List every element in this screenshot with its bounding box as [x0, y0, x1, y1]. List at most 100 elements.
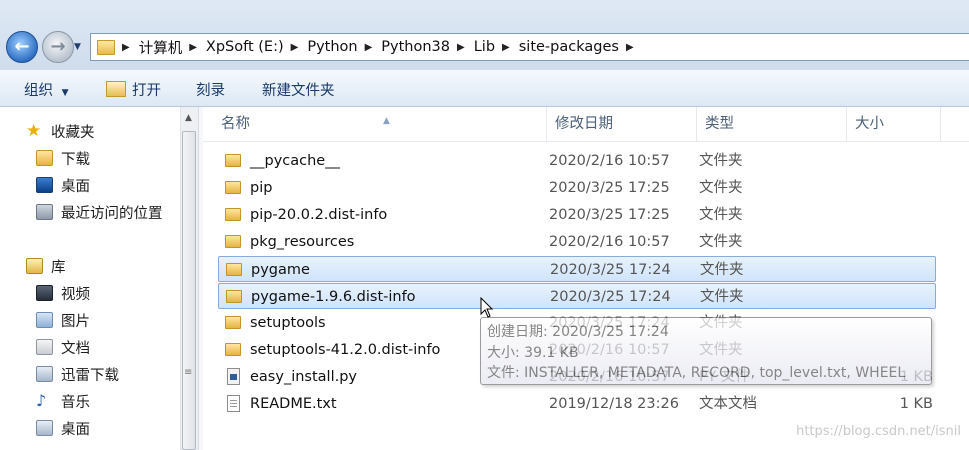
- file-modified-date: 2020/3/25 17:24: [550, 262, 671, 278]
- file-name: pkg_resources: [250, 234, 355, 250]
- watermark: https://blog.csdn.net/isnil: [796, 424, 961, 439]
- nav-downloads[interactable]: 下载: [36, 148, 90, 168]
- star-icon: ★: [26, 121, 42, 141]
- chevron-right-icon[interactable]: ▶: [291, 42, 299, 53]
- text-file-icon: [227, 395, 240, 412]
- nav-scrollbar[interactable]: ▲ ≡: [180, 107, 198, 450]
- history-dropdown-icon[interactable]: ▼: [74, 42, 81, 52]
- back-button[interactable]: ←: [6, 31, 38, 63]
- burn-button[interactable]: 刻录: [196, 79, 225, 100]
- nav-documents[interactable]: 文档: [36, 337, 90, 357]
- file-name: pygame-1.9.6.dist-info: [251, 289, 416, 305]
- chevron-right-icon[interactable]: ▶: [502, 42, 510, 53]
- chevron-right-icon[interactable]: ▶: [189, 42, 197, 53]
- forward-button[interactable]: →: [42, 31, 74, 63]
- file-row[interactable]: README.txt 2019/12/18 23:26 文本文档 1 KB: [218, 391, 936, 417]
- file-size: [899, 229, 933, 255]
- file-row[interactable]: __pycache__ 2020/2/16 10:57 文件夹: [218, 148, 936, 174]
- breadcrumb-lib[interactable]: Lib: [474, 39, 495, 55]
- chevron-right-icon[interactable]: ▶: [626, 42, 634, 53]
- file-name: __pycache__: [250, 153, 340, 169]
- python-file-icon: [227, 368, 240, 385]
- chevron-right-icon[interactable]: ▶: [122, 42, 130, 53]
- file-row[interactable]: pip 2020/3/25 17:25 文件夹: [218, 175, 936, 201]
- chevron-right-icon[interactable]: ▶: [457, 42, 465, 53]
- command-bar: 组织 ▼ 打开 刻录 新建文件夹: [0, 70, 969, 107]
- open-button[interactable]: 打开: [106, 79, 161, 100]
- file-row[interactable]: pkg_resources 2020/2/16 10:57 文件夹: [218, 229, 936, 255]
- file-type: 文件夹: [700, 289, 744, 305]
- nav-music[interactable]: ♪ 音乐: [36, 391, 90, 411]
- breadcrumb-python38[interactable]: Python38: [381, 39, 450, 55]
- nav-recent-places[interactable]: 最近访问的位置: [36, 202, 163, 222]
- file-name: README.txt: [250, 396, 337, 412]
- scroll-up-icon[interactable]: ▲: [185, 113, 192, 123]
- file-type: 文件夹: [699, 234, 743, 250]
- navigation-pane: ★ 收藏夹 下载 桌面 最近访问的位置 库 视频 图片 文档 迅雷下载 ♪ 音乐…: [0, 107, 180, 450]
- sort-ascending-icon: ▲: [383, 116, 390, 126]
- breadcrumb-drive[interactable]: XpSoft (E:): [206, 39, 284, 55]
- file-name: setuptools: [250, 315, 326, 331]
- file-type: 文本文档: [699, 396, 757, 412]
- file-name: setuptools-41.2.0.dist-info: [250, 342, 441, 358]
- folder-icon: [226, 290, 242, 303]
- recent-places-icon: [36, 204, 53, 220]
- file-size: [900, 257, 934, 283]
- documents-icon: [36, 339, 53, 355]
- chevron-right-icon[interactable]: ▶: [365, 42, 373, 53]
- file-name: pygame: [251, 262, 310, 278]
- folder-icon: [225, 154, 241, 167]
- tooltip-created: 创建日期: 2020/3/25 17:24: [487, 324, 669, 340]
- nav-xunlei-downloads[interactable]: 迅雷下载: [36, 364, 119, 384]
- library-icon: [26, 258, 43, 274]
- pane-splitter[interactable]: [198, 107, 203, 450]
- file-modified-date: 2020/2/16 10:57: [549, 234, 670, 250]
- arrow-left-icon: ←: [14, 36, 30, 57]
- file-type: 文件夹: [700, 262, 744, 278]
- file-row[interactable]: pip-20.0.2.dist-info 2020/3/25 17:25 文件夹: [218, 202, 936, 228]
- music-icon: ♪: [36, 391, 47, 410]
- nav-library-desktop[interactable]: 桌面: [36, 418, 90, 438]
- file-modified-date: 2020/2/16 10:57: [549, 153, 670, 169]
- file-name: pip: [250, 180, 273, 196]
- folder-icon: [97, 39, 115, 55]
- address-bar-area: ← → ▼ ▶ 计算机 ▶ XpSoft (E:) ▶ Python ▶ Pyt…: [0, 0, 969, 70]
- file-modified-date: 2020/3/25 17:24: [550, 289, 671, 305]
- nav-desktop[interactable]: 桌面: [36, 175, 90, 195]
- organize-button[interactable]: 组织 ▼: [24, 79, 69, 100]
- file-size: [900, 284, 934, 310]
- nav-favorites[interactable]: ★ 收藏夹: [26, 121, 95, 141]
- column-name[interactable]: 名称 ▲: [213, 107, 547, 141]
- downloads-folder-icon: [36, 150, 53, 166]
- breadcrumb-python[interactable]: Python: [307, 39, 357, 55]
- open-label: 打开: [132, 83, 161, 99]
- downloads-library-icon: [36, 366, 53, 382]
- column-date[interactable]: 修改日期: [547, 107, 697, 141]
- folder-icon: [225, 181, 241, 194]
- file-size: [899, 175, 933, 201]
- file-type: 文件夹: [699, 153, 743, 169]
- file-size: [899, 148, 933, 174]
- file-row[interactable]: pygame 2020/3/25 17:24 文件夹: [218, 256, 936, 282]
- breadcrumb-site-packages[interactable]: site-packages: [519, 39, 619, 55]
- file-type: 文件夹: [699, 207, 743, 223]
- column-type[interactable]: 类型: [697, 107, 847, 141]
- address-box[interactable]: ▶ 计算机 ▶ XpSoft (E:) ▶ Python ▶ Python38 …: [90, 33, 969, 61]
- tooltip-files: 文件: INSTALLER, METADATA, RECORD, top_lev…: [487, 365, 906, 381]
- scrollbar-thumb[interactable]: [182, 131, 196, 450]
- folder-icon: [226, 263, 242, 276]
- nav-pictures[interactable]: 图片: [36, 310, 90, 330]
- folder-icon: [225, 235, 241, 248]
- column-size[interactable]: 大小: [847, 107, 941, 141]
- pictures-icon: [36, 312, 53, 328]
- breadcrumb-computer[interactable]: 计算机: [139, 37, 183, 58]
- nav-videos[interactable]: 视频: [36, 283, 90, 303]
- file-row[interactable]: pygame-1.9.6.dist-info 2020/3/25 17:24 文件夹: [218, 283, 936, 309]
- desktop-icon: [36, 177, 53, 193]
- folder-icon: [225, 316, 241, 329]
- file-name: pip-20.0.2.dist-info: [250, 207, 388, 223]
- file-modified-date: 2019/12/18 23:26: [549, 396, 679, 412]
- nav-libraries[interactable]: 库: [26, 256, 66, 276]
- new-folder-button[interactable]: 新建文件夹: [262, 79, 335, 100]
- folder-icon: [225, 343, 241, 356]
